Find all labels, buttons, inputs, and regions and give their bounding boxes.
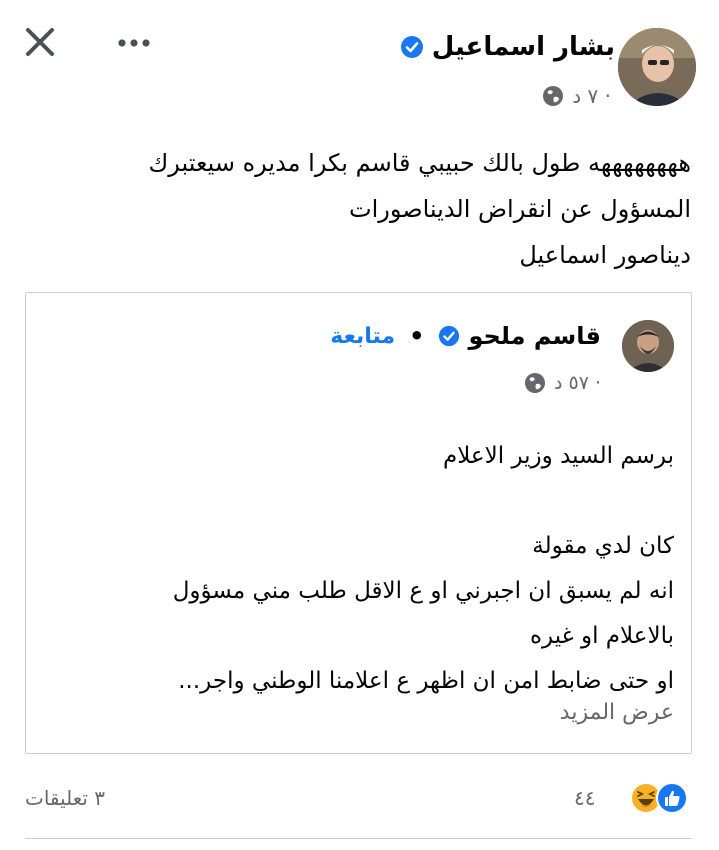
- see-more-link[interactable]: عرض المزيد: [560, 700, 674, 725]
- close-icon[interactable]: [20, 22, 60, 62]
- shared-author-name[interactable]: قاسم ملحو: [468, 322, 601, 350]
- post-text-line: ديناصور اسماعيل: [519, 241, 691, 269]
- post-text-line: ههههههههه طول بالك حبيبي قاسم بكرا مديره…: [148, 149, 692, 177]
- shared-text-line: او حتى ضابط امن ان اظهر ع اعلامنا الوطني…: [178, 668, 674, 694]
- globe-icon: [543, 86, 564, 106]
- verified-badge-icon: [439, 325, 460, 347]
- shared-text-line: كان لدي مقولة: [532, 533, 674, 559]
- post-text: ههههههههه طول بالك حبيبي قاسم بكرا مديره…: [31, 140, 692, 278]
- shared-post-text: برسم السيد وزير الاعلام كان لدي مقولة ان…: [74, 434, 674, 704]
- shared-author-avatar[interactable]: [622, 320, 674, 372]
- verified-badge-icon: [400, 36, 423, 58]
- separator-dot: •: [409, 322, 425, 350]
- divider: [25, 838, 692, 839]
- author-name[interactable]: بشار اسماعيل: [432, 32, 615, 62]
- comments-count[interactable]: ٣ تعليقات: [25, 786, 105, 810]
- post-time[interactable]: ٧ د ·: [572, 84, 611, 108]
- shared-text-line: برسم السيد وزير الاعلام: [442, 443, 674, 469]
- shared-text-line: بالاعلام او غيره: [529, 623, 674, 649]
- follow-button[interactable]: متابعة: [330, 324, 395, 349]
- more-icon[interactable]: [112, 28, 156, 58]
- like-reaction-icon: [656, 782, 688, 814]
- reaction-count[interactable]: ٤٤: [574, 786, 595, 810]
- shared-post-time[interactable]: ٥٧ د ·: [554, 372, 601, 394]
- globe-icon: [524, 373, 545, 393]
- reactions[interactable]: [630, 782, 688, 814]
- shared-text-line: انه لم يسبق ان اجبرني او ع الاقل طلب مني…: [172, 578, 674, 604]
- post-text-line: المسؤول عن انقراض الديناصورات: [348, 195, 691, 223]
- author-avatar[interactable]: [618, 28, 696, 106]
- shared-text-line: [74, 479, 674, 524]
